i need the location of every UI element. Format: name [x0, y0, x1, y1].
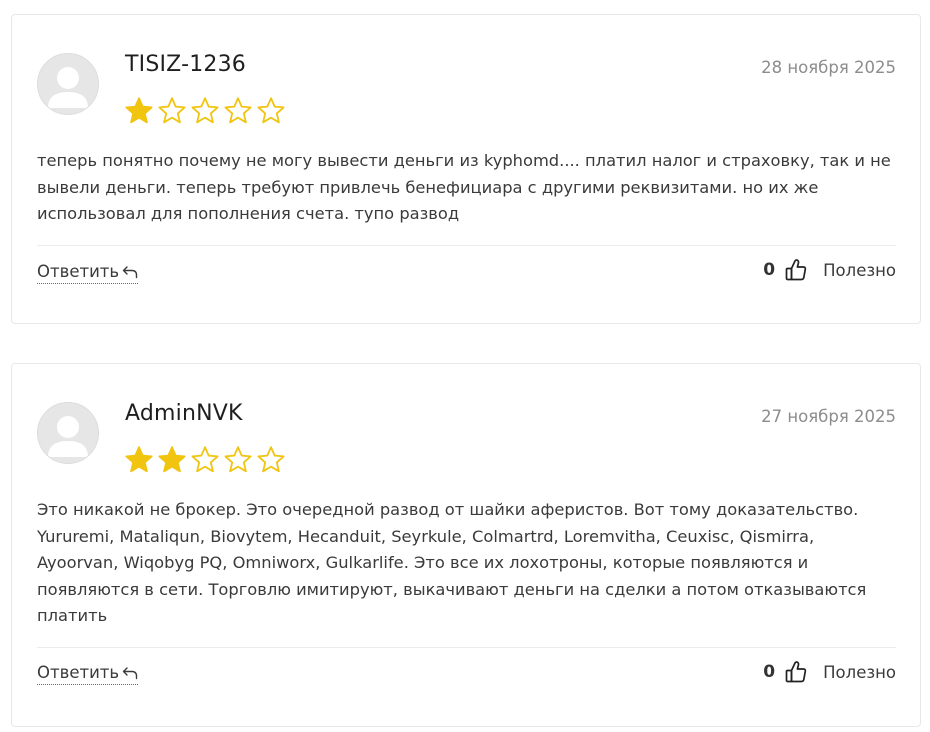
- divider: [37, 245, 896, 246]
- user-placeholder-icon: [37, 402, 99, 464]
- star-filled-icon: [125, 446, 153, 473]
- review-text: теперь понятно почему не могу вывести де…: [37, 151, 891, 223]
- star-outline-icon: [191, 97, 219, 124]
- divider: [37, 647, 896, 648]
- helpful-vote: 0 Полезно: [763, 660, 896, 684]
- star-outline-icon: [224, 446, 252, 473]
- review-card: AdminNVK 27 ноября 2025 Это никакой не б…: [11, 363, 921, 727]
- helpful-vote: 0 Полезно: [763, 258, 896, 282]
- reply-arrow-icon: [122, 666, 138, 679]
- user-placeholder-icon: [37, 53, 99, 115]
- reply-arrow-icon: [122, 265, 138, 278]
- reply-button[interactable]: Ответить: [37, 262, 139, 284]
- review-date: 27 ноября 2025: [761, 407, 896, 426]
- star-outline-icon: [191, 446, 219, 473]
- review-date: 28 ноября 2025: [761, 58, 896, 77]
- reply-button[interactable]: Ответить: [37, 663, 139, 685]
- star-outline-icon: [224, 97, 252, 124]
- review-author: AdminNVK: [125, 401, 243, 426]
- star-filled-icon: [125, 97, 153, 124]
- star-outline-icon: [257, 446, 285, 473]
- review-author: TISIZ-1236: [125, 52, 246, 77]
- thumbs-up-icon[interactable]: [785, 258, 807, 282]
- star-filled-icon: [158, 446, 186, 473]
- thumbs-up-icon[interactable]: [785, 660, 807, 684]
- helpful-count: 0: [763, 662, 776, 682]
- helpful-count: 0: [763, 260, 776, 280]
- reply-label: Ответить: [37, 262, 120, 281]
- helpful-button[interactable]: Полезно: [823, 261, 896, 280]
- star-rating: [124, 96, 286, 126]
- review-card: TISIZ-1236 28 ноября 2025 теперь понятно…: [11, 14, 921, 324]
- star-rating: [124, 445, 286, 475]
- review-text: Это никакой не брокер. Это очередной раз…: [37, 500, 867, 625]
- reply-label: Ответить: [37, 663, 120, 682]
- star-outline-icon: [158, 97, 186, 124]
- star-outline-icon: [257, 97, 285, 124]
- helpful-button[interactable]: Полезно: [823, 663, 896, 682]
